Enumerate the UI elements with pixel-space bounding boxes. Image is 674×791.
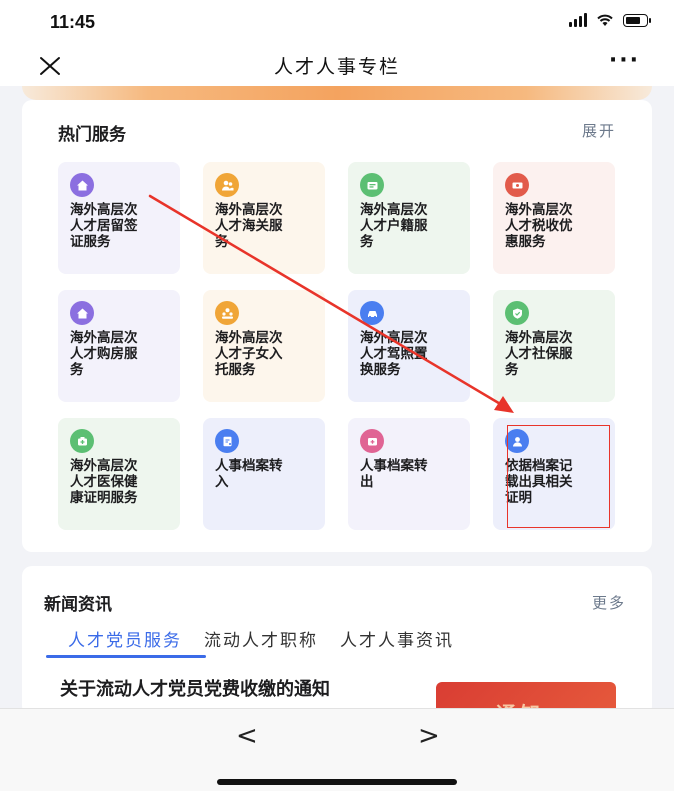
service-tile-medical[interactable]: 海外高层次人才医保健康证明服务 <box>58 418 180 530</box>
shield-icon <box>505 301 551 325</box>
service-tile-archive-out[interactable]: 人事档案转出 <box>348 418 470 530</box>
ticket-icon <box>505 173 551 197</box>
car-icon <box>360 301 406 325</box>
service-tile-customs[interactable]: 海外高层次人才海关服务 <box>203 162 325 274</box>
service-tile-tax[interactable]: 海外高层次人才税收优惠服务 <box>493 162 615 274</box>
browser-toolbar: < > <box>0 708 674 791</box>
people-icon <box>215 301 261 325</box>
status-time: 11:45 <box>50 12 96 32</box>
service-tile-childcare[interactable]: 海外高层次人才子女入托服务 <box>203 290 325 402</box>
service-tile-label: 海外高层次人才驾照置换服务 <box>360 330 428 378</box>
nav-bar: 人才人事专栏 ··· <box>0 44 674 86</box>
news-tabs: 人才党员服务 流动人才职称 人才人事资讯 <box>68 626 454 651</box>
expand-button[interactable]: 展开 <box>582 120 616 141</box>
active-tab-underline <box>46 655 206 658</box>
person-icon <box>505 429 551 453</box>
service-tile-label: 人事档案转入 <box>215 458 283 490</box>
signal-icon <box>569 13 587 27</box>
news-card: 新闻资讯 更多 人才党员服务 流动人才职称 人才人事资讯 关于流动人才党员党费收… <box>22 566 652 722</box>
service-tile-archive-certificate[interactable]: 依据档案记载出具相关证明 <box>493 418 615 530</box>
page-title: 人才人事专栏 <box>273 56 400 78</box>
hot-services-card: 热门服务 展开 海外高层次人才居留签证服务 海外高层次人才海关服务 海外高层次人… <box>22 100 652 552</box>
news-more-button[interactable]: 更多 <box>592 592 626 613</box>
service-tile-archive-in[interactable]: 人事档案转入 <box>203 418 325 530</box>
status-icons <box>569 13 651 27</box>
medical-icon <box>70 429 116 453</box>
service-tile-label: 依据档案记载出具相关证明 <box>505 458 573 506</box>
id-card-icon <box>360 173 406 197</box>
service-tile-license[interactable]: 海外高层次人才驾照置换服务 <box>348 290 470 402</box>
hot-services-title: 热门服务 <box>58 125 126 145</box>
service-tile-label: 海外高层次人才子女入托服务 <box>215 330 283 378</box>
service-tile-label: 海外高层次人才海关服务 <box>215 202 283 250</box>
tab-talent-party-service[interactable]: 人才党员服务 <box>68 626 182 651</box>
article-title[interactable]: 关于流动人才党员党费收缴的通知 <box>60 678 410 701</box>
banner-strip <box>22 86 652 100</box>
forward-button[interactable]: > <box>418 721 440 751</box>
service-tile-residence-visa[interactable]: 海外高层次人才居留签证服务 <box>58 162 180 274</box>
document-in-icon <box>215 429 261 453</box>
news-section-title: 新闻资讯 <box>44 595 112 615</box>
wifi-icon <box>597 14 613 26</box>
people-icon <box>215 173 261 197</box>
service-tile-label: 海外高层次人才购房服务 <box>70 330 138 378</box>
service-tile-label: 海外高层次人才医保健康证明服务 <box>70 458 138 506</box>
tab-mobile-talent-title[interactable]: 流动人才职称 <box>204 626 318 651</box>
home-indicator <box>217 779 457 785</box>
service-tile-label: 海外高层次人才税收优惠服务 <box>505 202 573 250</box>
service-tile-label: 海外高层次人才居留签证服务 <box>70 202 138 250</box>
service-tile-housing[interactable]: 海外高层次人才购房服务 <box>58 290 180 402</box>
status-bar: 11:45 <box>0 0 674 44</box>
battery-icon <box>623 13 651 27</box>
house-icon <box>70 301 116 325</box>
house-icon <box>70 173 116 197</box>
service-tile-label: 海外高层次人才社保服务 <box>505 330 573 378</box>
service-tile-label: 人事档案转出 <box>360 458 428 490</box>
back-button[interactable]: < <box>236 721 258 751</box>
service-tile-household[interactable]: 海外高层次人才户籍服务 <box>348 162 470 274</box>
service-tile-label: 海外高层次人才户籍服务 <box>360 202 428 250</box>
more-menu-button[interactable]: ··· <box>609 48 640 73</box>
tab-talent-hr-news[interactable]: 人才人事资讯 <box>340 626 454 651</box>
document-out-icon <box>360 429 406 453</box>
service-tile-social-security[interactable]: 海外高层次人才社保服务 <box>493 290 615 402</box>
